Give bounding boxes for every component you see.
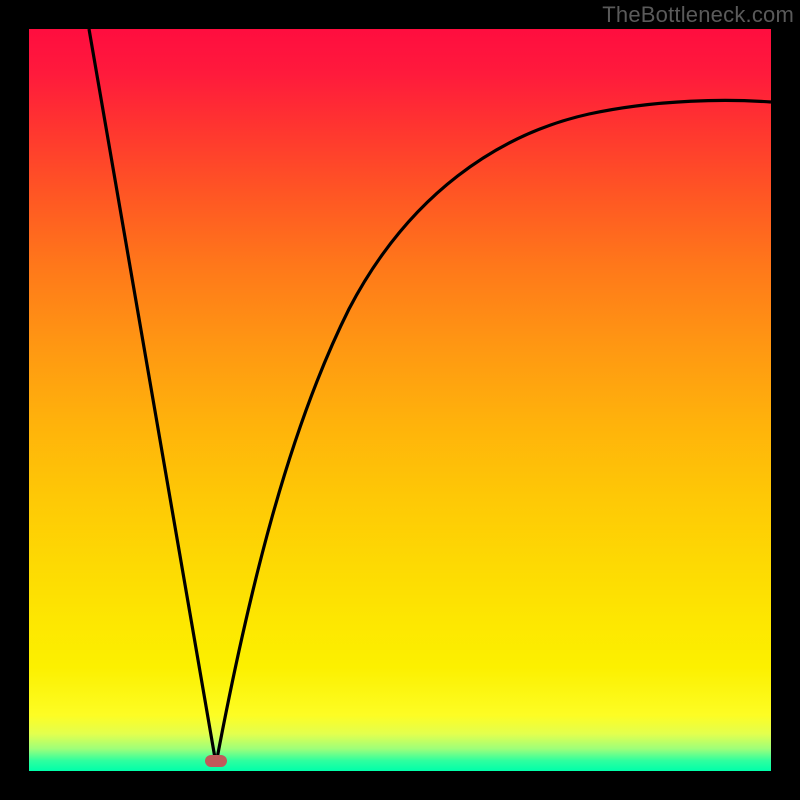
bottleneck-curve xyxy=(29,29,771,771)
watermark-label: TheBottleneck.com xyxy=(602,2,794,28)
bottleneck-marker xyxy=(205,755,227,767)
curve-right-branch xyxy=(216,100,771,764)
chart-frame xyxy=(29,29,771,771)
curve-left-branch xyxy=(89,29,216,764)
